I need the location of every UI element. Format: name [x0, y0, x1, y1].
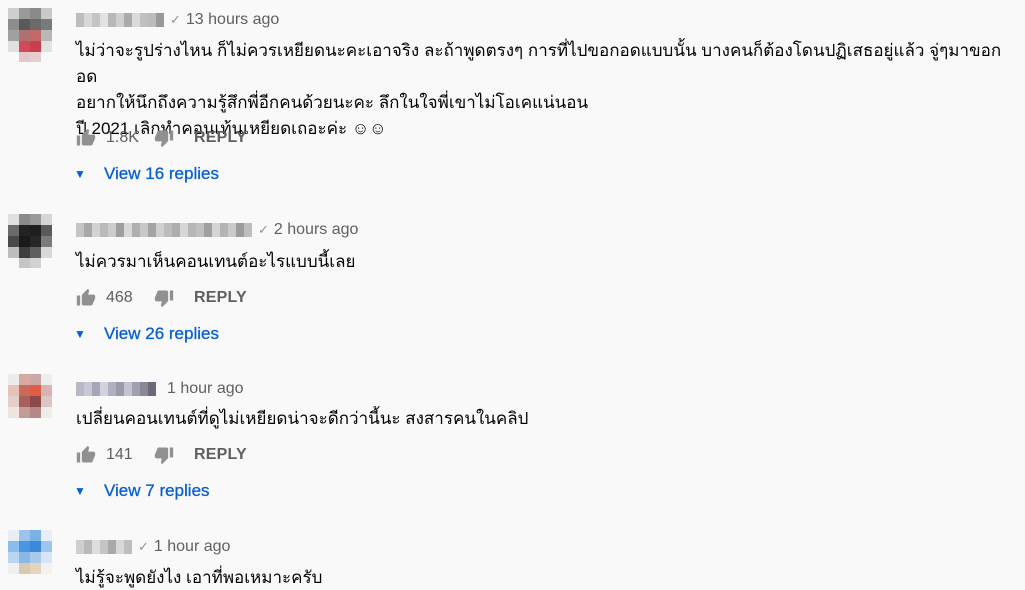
comment-timestamp[interactable]: 13 hours ago [186, 11, 279, 29]
author-name-redacted[interactable] [76, 13, 164, 27]
caret-down-icon: ▼ [74, 484, 86, 498]
avatar[interactable] [8, 214, 52, 268]
thumb-up-icon[interactable] [76, 288, 96, 308]
view-replies-button[interactable]: ▼ View 7 replies [74, 478, 210, 504]
comment-timestamp[interactable]: 2 hours ago [274, 221, 359, 239]
view-replies-button[interactable]: ▼ View 16 replies [74, 161, 219, 187]
caret-down-icon: ▼ [74, 167, 86, 181]
comment-actions: 1.8K REPLY [76, 126, 247, 150]
reply-button[interactable]: REPLY [194, 289, 247, 307]
comment-header: ✓ 1 hour ago [76, 537, 230, 557]
comment-text: ไม่ควรมาเห็นคอนเทนต์อะไรแบบนี้เลย [76, 252, 356, 271]
comment-header: ✓ 2 hours ago [76, 220, 358, 240]
author-name-redacted[interactable] [76, 223, 252, 237]
thumb-down-icon[interactable] [154, 128, 174, 148]
like-count: 468 [106, 289, 133, 306]
like-count: 141 [106, 446, 133, 463]
thumb-down-icon[interactable] [154, 445, 174, 465]
comment-actions: 141 REPLY [76, 443, 247, 467]
view-replies-label: View 7 replies [104, 481, 210, 500]
view-replies-label: View 26 replies [104, 324, 219, 343]
checkmark-icon: ✓ [170, 12, 181, 27]
comment-timestamp[interactable]: 1 hour ago [154, 538, 231, 556]
author-name-redacted[interactable] [76, 382, 156, 396]
thumb-down-icon[interactable] [154, 288, 174, 308]
comment-text: เปลี่ยนคอนเทนต์ที่ดูไม่เหยียดน่าจะดีกว่า… [76, 409, 529, 428]
avatar[interactable] [8, 8, 52, 62]
view-replies-button[interactable]: ▼ View 26 replies [74, 321, 219, 347]
reply-button[interactable]: REPLY [194, 129, 247, 147]
checkmark-icon: ✓ [258, 222, 269, 237]
avatar[interactable] [8, 530, 52, 584]
comment-actions: 468 REPLY [76, 286, 247, 310]
checkmark-icon: ✓ [138, 539, 149, 554]
comment-header: 1 hour ago [76, 379, 244, 399]
view-replies-label: View 16 replies [104, 164, 219, 183]
comment-timestamp[interactable]: 1 hour ago [167, 380, 244, 398]
author-name-redacted[interactable] [76, 540, 132, 554]
comments-section: ✓ 13 hours ago ไม่ว่าจะรูปร่างไหน ก็ไม่ค… [0, 0, 1025, 590]
caret-down-icon: ▼ [74, 327, 86, 341]
comment-header: ✓ 13 hours ago [76, 10, 279, 30]
thumb-up-icon[interactable] [76, 445, 96, 465]
reply-button[interactable]: REPLY [194, 446, 247, 464]
avatar[interactable] [8, 374, 52, 428]
comment-text: ไม่รู้จะพูดยังไง เอาที่พอเหมาะครับ [76, 568, 323, 587]
like-count: 1.8K [106, 129, 139, 146]
thumb-up-icon[interactable] [76, 128, 96, 148]
